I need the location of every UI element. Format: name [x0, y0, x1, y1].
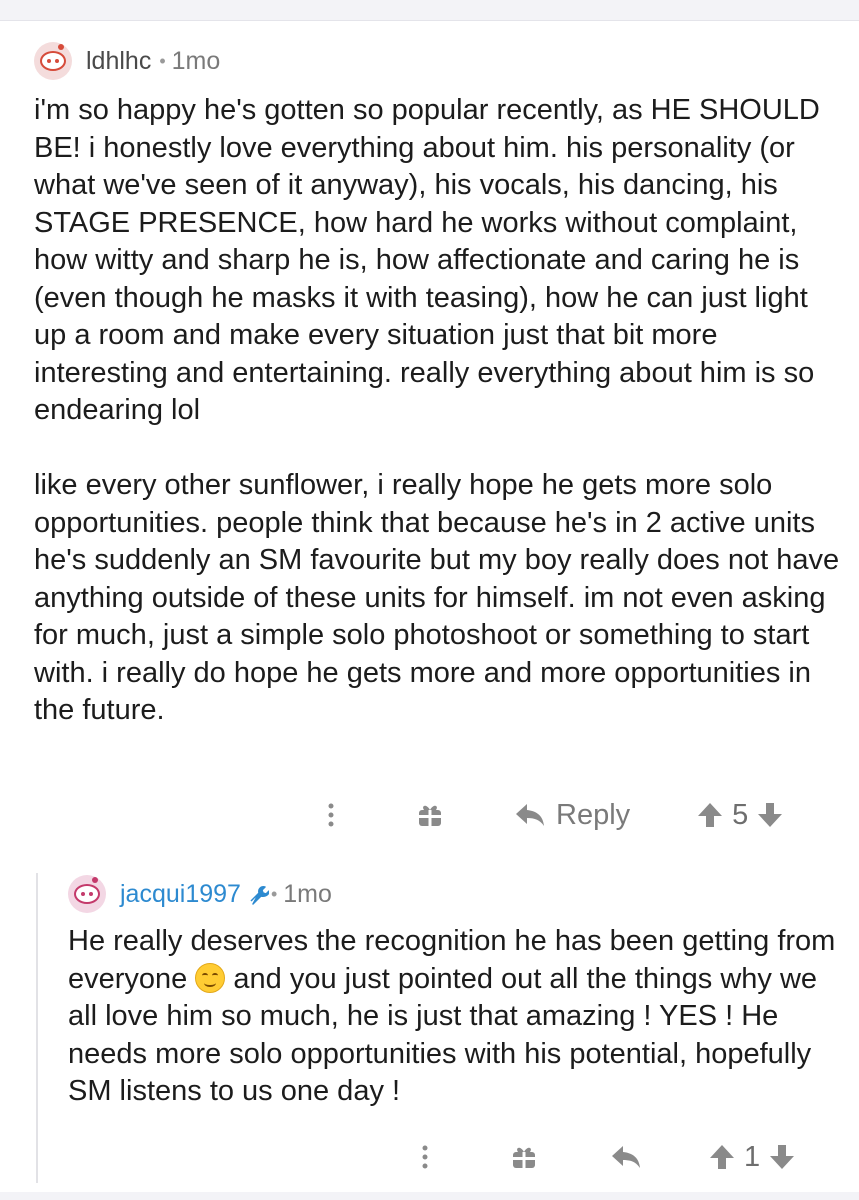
avatar[interactable] — [34, 42, 72, 80]
reply-button[interactable]: Reply — [514, 799, 630, 832]
comment-header: ldhlhc • 1mo — [34, 40, 844, 82]
gift-icon[interactable] — [510, 1143, 538, 1171]
upvote-arrow-icon[interactable] — [708, 1143, 736, 1171]
comment-body: i'm so happy he's gotten so popular rece… — [34, 92, 844, 730]
comment-actions: Reply 5 — [316, 794, 846, 836]
comment-paragraph: like every other sunflower, i really hop… — [34, 469, 840, 726]
upvote-arrow-icon[interactable] — [696, 801, 724, 829]
vote-controls: 5 — [696, 799, 784, 832]
thread-line[interactable] — [36, 873, 38, 1183]
vote-controls: 1 — [708, 1141, 796, 1174]
downvote-arrow-icon[interactable] — [768, 1143, 796, 1171]
reply-arrow-icon — [516, 804, 544, 826]
more-options-icon[interactable] — [316, 800, 346, 830]
reply-button[interactable] — [610, 1144, 642, 1170]
username[interactable]: jacqui1997 — [120, 880, 241, 909]
separator: • — [270, 883, 278, 904]
comment-body: He really deserves the recognition he ha… — [68, 923, 848, 1111]
reply-label: Reply — [556, 798, 631, 831]
comment-header: jacqui1997 • 1mo — [68, 873, 848, 915]
avatar[interactable] — [68, 875, 106, 913]
separator: • — [159, 50, 166, 71]
vote-count: 1 — [744, 1140, 761, 1173]
comment-paragraph: He really deserves the recognition he ha… — [68, 923, 848, 1111]
top-band — [0, 0, 859, 21]
downvote-arrow-icon[interactable] — [756, 801, 784, 829]
mod-wrench-icon — [250, 886, 269, 905]
comment-ldhlhc: ldhlhc • 1mo i'm so happy he's gotten so… — [34, 40, 844, 730]
smiling-emoji — [195, 962, 226, 993]
username[interactable]: ldhlhc — [86, 47, 151, 76]
comment-paragraph: i'm so happy he's gotten so popular rece… — [34, 94, 820, 426]
comment-jacqui1997: jacqui1997 • 1mo He really deserves the … — [68, 873, 848, 1111]
timestamp: 1mo — [171, 46, 221, 75]
bottom-band — [0, 1192, 859, 1200]
more-options-icon[interactable] — [412, 1142, 438, 1172]
vote-count: 5 — [732, 798, 749, 831]
reply-arrow-icon — [612, 1146, 640, 1168]
comment-actions: 1 — [412, 1136, 842, 1178]
timestamp: 1mo — [283, 879, 332, 908]
gift-icon[interactable] — [416, 801, 444, 829]
